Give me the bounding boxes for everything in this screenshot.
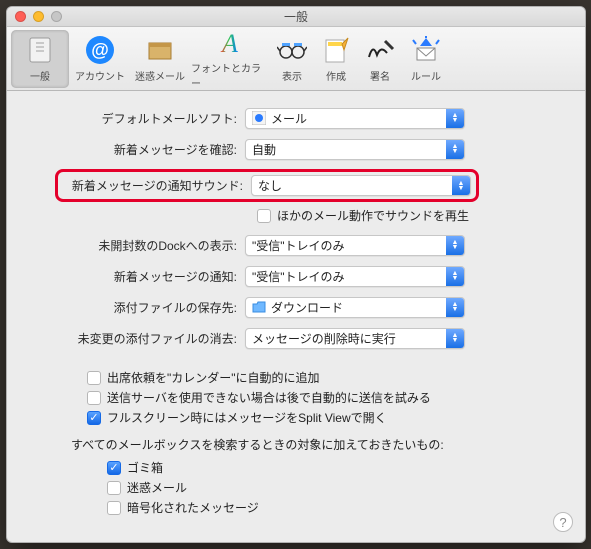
select-check-new[interactable]: 自動 ▲▼: [245, 139, 465, 160]
checkbox-search-junk[interactable]: [107, 481, 121, 495]
stamp-icon: [252, 111, 266, 125]
tab-signatures[interactable]: 署名: [359, 30, 401, 88]
label-default-app: デフォルトメールソフト:: [25, 110, 245, 127]
select-value: "受信"トレイのみ: [252, 268, 345, 285]
tab-label: アカウント: [75, 68, 125, 83]
minimize-button[interactable]: [33, 11, 44, 22]
tab-label: 迷惑メール: [135, 68, 185, 83]
tab-label: 一般: [30, 68, 50, 83]
label-split-view: フルスクリーン時にはメッセージをSplit Viewで開く: [107, 409, 387, 426]
label-retry-send: 送信サーバを使用できない場合は後で自動的に送信を試みる: [107, 389, 431, 406]
select-default-app[interactable]: メール ▲▼: [245, 108, 465, 129]
folder-icon: [252, 300, 266, 314]
junk-icon: [144, 34, 176, 66]
label-search-junk: 迷惑メール: [127, 479, 187, 496]
zoom-button[interactable]: [51, 11, 62, 22]
titlebar: 一般: [7, 7, 585, 27]
label-notify: 新着メッセージの通知:: [25, 268, 245, 285]
glasses-icon: [276, 34, 308, 66]
checkbox-calendar[interactable]: [87, 371, 101, 385]
tab-general[interactable]: 一般: [11, 30, 69, 88]
tab-label: ルール: [411, 68, 441, 83]
select-value: 自動: [252, 141, 276, 158]
tab-label: 署名: [370, 68, 390, 83]
chevron-updown-icon: ▲▼: [446, 298, 464, 317]
preferences-toolbar: 一般 @ アカウント 迷惑メール A フォントとカラー 表示: [7, 27, 585, 91]
label-check-new: 新着メッセージを確認:: [25, 141, 245, 158]
chevron-updown-icon: ▲▼: [446, 109, 464, 128]
window-title: 一般: [284, 10, 308, 24]
label-purge: 未変更の添付ファイルの消去:: [25, 330, 245, 347]
svg-text:@: @: [91, 40, 109, 60]
tab-label: フォントとカラー: [191, 60, 269, 90]
help-button[interactable]: ?: [553, 512, 573, 532]
label-sound: 新着メッセージの通知サウンド:: [61, 177, 251, 194]
checkbox-split-view[interactable]: ✓: [87, 411, 101, 425]
search-heading: すべてのメールボックスを検索するときの対象に加えておきたいもの:: [71, 436, 567, 453]
chevron-updown-icon: ▲▼: [446, 236, 464, 255]
at-icon: @: [84, 34, 116, 66]
select-save[interactable]: ダウンロード ▲▼: [245, 297, 465, 318]
close-button[interactable]: [15, 11, 26, 22]
label-calendar: 出席依頼を"カレンダー"に自動的に追加: [107, 369, 320, 386]
checkbox-retry-send[interactable]: [87, 391, 101, 405]
content: デフォルトメールソフト: メール ▲▼ 新着メッセージを確認: 自動 ▲▼: [7, 91, 585, 529]
checkbox-other-sounds[interactable]: [257, 209, 271, 223]
select-dock[interactable]: "受信"トレイのみ ▲▼: [245, 235, 465, 256]
checkbox-search-encrypted[interactable]: [107, 501, 121, 515]
general-icon: [24, 34, 56, 66]
tab-junk[interactable]: 迷惑メール: [131, 30, 189, 88]
select-value: "受信"トレイのみ: [252, 237, 345, 254]
checkbox-search-trash[interactable]: ✓: [107, 461, 121, 475]
preferences-window: 一般 一般 @ アカウント 迷惑メール A フォントとカラー: [6, 6, 586, 543]
select-purge[interactable]: メッセージの削除時に実行 ▲▼: [245, 328, 465, 349]
chevron-updown-icon: ▲▼: [446, 267, 464, 286]
chevron-updown-icon: ▲▼: [446, 140, 464, 159]
signature-icon: [364, 34, 396, 66]
svg-text:A: A: [220, 29, 238, 58]
tab-accounts[interactable]: @ アカウント: [71, 30, 129, 88]
chevron-updown-icon: ▲▼: [446, 329, 464, 348]
tab-rules[interactable]: ルール: [403, 30, 449, 88]
label-search-encrypted: 暗号化されたメッセージ: [127, 499, 259, 516]
select-sound[interactable]: なし ▲▼: [251, 175, 471, 196]
rules-icon: [410, 34, 442, 66]
label-search-trash: ゴミ箱: [127, 459, 163, 476]
select-value: なし: [258, 177, 282, 194]
label-other-sounds: ほかのメール動作でサウンドを再生: [277, 207, 469, 224]
select-value: メール: [271, 110, 307, 127]
tab-viewing[interactable]: 表示: [271, 30, 313, 88]
select-notify[interactable]: "受信"トレイのみ ▲▼: [245, 266, 465, 287]
label-save: 添付ファイルの保存先:: [25, 299, 245, 316]
tab-fonts[interactable]: A フォントとカラー: [191, 30, 269, 88]
tab-composing[interactable]: 作成: [315, 30, 357, 88]
fonts-icon: A: [214, 28, 246, 58]
select-value: ダウンロード: [271, 299, 343, 316]
label-dock: 未開封数のDockへの表示:: [25, 237, 245, 254]
compose-icon: [320, 34, 352, 66]
select-value: メッセージの削除時に実行: [252, 330, 396, 347]
chevron-updown-icon: ▲▼: [452, 176, 470, 195]
traffic-lights: [15, 11, 62, 22]
tab-label: 作成: [326, 68, 346, 83]
tab-label: 表示: [282, 68, 302, 83]
